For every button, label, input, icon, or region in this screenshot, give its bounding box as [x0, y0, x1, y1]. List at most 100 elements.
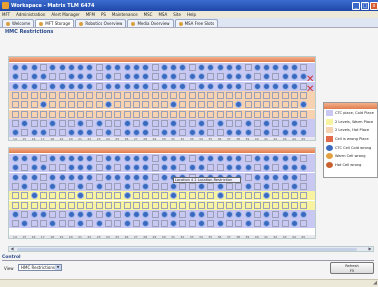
storage-cell[interactable] — [281, 182, 289, 190]
storage-cell[interactable] — [151, 73, 159, 81]
storage-cell[interactable] — [263, 91, 271, 99]
storage-cell[interactable] — [95, 201, 103, 209]
view-select[interactable]: HMC Restrictions ▼ — [18, 264, 62, 271]
occupied-cell[interactable] — [281, 64, 289, 71]
storage-cell[interactable] — [291, 192, 298, 200]
storage-cell[interactable] — [114, 73, 122, 81]
occupied-cell[interactable] — [263, 82, 271, 90]
storage-cell[interactable] — [151, 155, 159, 162]
menu-item-site[interactable]: Site — [173, 12, 181, 17]
storage-cell[interactable] — [12, 119, 19, 127]
storage-cell[interactable] — [114, 129, 122, 137]
storage-cell[interactable] — [114, 210, 122, 218]
storage-cell[interactable] — [225, 101, 233, 109]
storage-cell[interactable] — [105, 220, 112, 228]
menu-item-mft[interactable]: MFT — [2, 12, 10, 17]
storage-cell[interactable] — [67, 110, 75, 118]
occupied-cell[interactable] — [67, 173, 75, 181]
occupied-cell[interactable] — [123, 182, 131, 190]
storage-cell[interactable] — [132, 192, 140, 200]
tab-robotics-overview[interactable]: Robotics Overview — [75, 19, 127, 27]
storage-cell[interactable] — [235, 192, 243, 200]
storage-cell[interactable] — [281, 201, 289, 209]
storage-cell[interactable] — [244, 91, 252, 99]
storage-cell[interactable] — [142, 192, 150, 200]
storage-cell[interactable] — [114, 91, 122, 99]
occupied-cell[interactable] — [67, 210, 75, 218]
storage-cell[interactable] — [114, 182, 122, 190]
occupied-cell[interactable] — [12, 173, 19, 181]
storage-cell[interactable] — [300, 110, 308, 118]
storage-cell[interactable] — [114, 110, 122, 118]
storage-cell[interactable] — [95, 173, 103, 181]
storage-cell[interactable] — [216, 164, 224, 172]
storage-cell[interactable] — [244, 173, 252, 181]
storage-cell[interactable] — [272, 192, 280, 200]
occupied-cell[interactable] — [244, 164, 252, 172]
occupied-cell[interactable] — [225, 210, 233, 218]
storage-cell[interactable] — [160, 182, 168, 190]
storage-cell[interactable] — [253, 201, 261, 209]
menu-item-mfm[interactable]: MFM — [86, 12, 95, 17]
occupied-cell[interactable] — [235, 210, 243, 218]
storage-cell[interactable] — [188, 110, 196, 118]
occupied-cell[interactable] — [77, 119, 85, 127]
storage-cell[interactable] — [58, 73, 66, 81]
storage-cell[interactable] — [49, 164, 57, 172]
storage-cell[interactable] — [253, 91, 261, 99]
storage-cell[interactable] — [253, 220, 261, 228]
occupied-cell[interactable] — [188, 129, 196, 137]
storage-cell[interactable] — [151, 201, 159, 209]
occupied-cell[interactable] — [281, 164, 289, 172]
occupied-cell[interactable] — [77, 82, 85, 90]
storage-cell[interactable] — [281, 192, 289, 200]
storage-cell[interactable] — [272, 73, 280, 81]
occupied-cell[interactable] — [198, 210, 205, 218]
storage-cell[interactable] — [272, 129, 280, 137]
storage-cell[interactable] — [170, 201, 178, 209]
occupied-cell[interactable] — [123, 220, 131, 228]
menu-item-help[interactable]: Help — [187, 12, 196, 17]
storage-cell[interactable] — [300, 173, 308, 181]
occupied-cell[interactable] — [207, 82, 215, 90]
storage-cell[interactable] — [225, 220, 233, 228]
storage-cell[interactable] — [198, 101, 205, 109]
occupied-cell[interactable] — [263, 119, 271, 127]
storage-cell[interactable] — [95, 64, 103, 71]
storage-cell[interactable] — [291, 91, 298, 99]
occupied-cell[interactable] — [225, 64, 233, 71]
occupied-cell[interactable] — [77, 182, 85, 190]
storage-cell[interactable] — [272, 210, 280, 218]
storage-cell[interactable] — [188, 82, 196, 90]
storage-cell[interactable] — [207, 220, 215, 228]
tab-mft-storage[interactable]: MFT Storage — [35, 19, 75, 27]
close-button[interactable]: x — [370, 1, 378, 10]
occupied-cell[interactable] — [58, 64, 66, 71]
storage-cell[interactable] — [151, 82, 159, 90]
occupied-cell[interactable] — [188, 73, 196, 81]
storage-cell[interactable] — [49, 110, 57, 118]
occupied-cell[interactable] — [105, 210, 112, 218]
occupied-cell[interactable] — [39, 129, 47, 137]
storage-cell[interactable] — [272, 182, 280, 190]
storage-cell[interactable] — [253, 210, 261, 218]
storage-cell[interactable] — [216, 110, 224, 118]
storage-cell[interactable] — [188, 182, 196, 190]
storage-cell[interactable] — [253, 119, 261, 127]
occupied-cell[interactable] — [123, 119, 131, 127]
storage-cell[interactable] — [105, 182, 112, 190]
occupied-cell[interactable] — [142, 210, 150, 218]
storage-cell[interactable] — [179, 201, 187, 209]
storage-cell[interactable] — [105, 201, 112, 209]
storage-cell[interactable] — [179, 210, 187, 218]
occupied-cell[interactable] — [253, 155, 261, 162]
occupied-cell[interactable] — [58, 82, 66, 90]
occupied-cell[interactable] — [170, 210, 178, 218]
storage-cell[interactable] — [49, 192, 57, 200]
storage-cell[interactable] — [142, 91, 150, 99]
storage-cell[interactable] — [272, 101, 280, 109]
occupied-cell[interactable] — [49, 82, 57, 90]
storage-cell[interactable] — [188, 192, 196, 200]
storage-cell[interactable] — [95, 210, 103, 218]
storage-cell[interactable] — [114, 220, 122, 228]
